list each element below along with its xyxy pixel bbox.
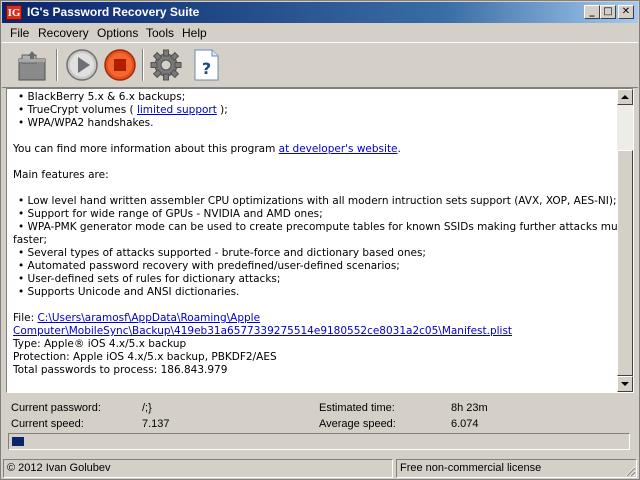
file-line-2: Computer\MobileSync\Backup\419eb31a65773… <box>13 325 613 338</box>
text: ); <box>216 104 228 116</box>
copyright-panel: © 2012 Ivan Golubev <box>3 459 393 478</box>
menu-bar: File Recovery Options Tools Help <box>2 24 638 42</box>
text: . <box>397 143 401 155</box>
toolbar-separator <box>142 49 144 81</box>
maximize-button[interactable]: □ <box>600 5 616 19</box>
average-speed-value: 6.074 <box>451 418 479 430</box>
estimated-time-value: 8h 23m <box>451 402 488 414</box>
text: • TrueCrypt volumes ( <box>18 104 137 116</box>
toolbar-separator <box>56 49 58 81</box>
feature-item: • Support for wide range of GPUs - NVIDI… <box>18 208 323 220</box>
status-bar: © 2012 Ivan Golubev Free non-commercial … <box>3 459 637 478</box>
settings-icon[interactable] <box>148 47 184 83</box>
protection-line: Protection: Apple iOS 4.x/5.x backup, PB… <box>13 351 277 363</box>
scroll-up-button[interactable] <box>617 89 633 105</box>
developer-website-link[interactable]: at developer's website <box>279 143 398 155</box>
menu-help[interactable]: Help <box>182 26 207 40</box>
feature-item: • User-defined sets of rules for diction… <box>18 273 281 285</box>
app-window: IG IG's Password Recovery Suite _ □ ✕ Fi… <box>0 0 640 480</box>
progress-fill <box>12 437 24 446</box>
resize-grip-icon[interactable] <box>624 465 636 477</box>
current-speed-label: Current speed: <box>11 418 84 430</box>
title-bar[interactable]: IG IG's Password Recovery Suite _ □ ✕ <box>2 2 638 23</box>
info-text: • BlackBerry 5.x & 6.x backups; • TrueCr… <box>13 91 631 377</box>
scroll-thumb[interactable] <box>617 150 633 376</box>
current-speed-value: 7.137 <box>142 418 170 430</box>
open-icon[interactable] <box>14 47 50 83</box>
feature-item-continuation: faster; <box>13 234 48 246</box>
scroll-up-arrow-icon <box>621 95 629 99</box>
feature-item: • WPA-PMK generator mode can be used to … <box>18 221 631 233</box>
app-logo-icon: IG <box>6 5 22 20</box>
estimated-time-label: Estimated time: <box>319 402 395 414</box>
scroll-down-button[interactable] <box>617 376 633 392</box>
feature-item: • Supports Unicode and ANSI dictionaries… <box>18 286 240 298</box>
file-line: File: C:\Users\aramosf\AppData\Roaming\A… <box>13 312 613 325</box>
toolbar: ? <box>2 42 638 88</box>
stop-icon[interactable] <box>102 47 138 83</box>
more-info-text: You can find more information about this… <box>13 143 613 156</box>
file-path-link-continuation[interactable]: Computer\MobileSync\Backup\419eb31a65773… <box>13 325 512 337</box>
help-glyph: ? <box>202 59 211 78</box>
type-line: Type: Apple® iOS 4.x/5.x backup <box>13 338 187 350</box>
list-item: • BlackBerry 5.x & 6.x backups; <box>18 91 186 103</box>
menu-options[interactable]: Options <box>97 26 138 40</box>
current-password-label: Current password: <box>11 402 101 414</box>
progress-bar <box>8 433 630 450</box>
start-icon[interactable] <box>64 47 100 83</box>
main-features-heading: Main features are: <box>13 169 109 181</box>
list-item: • WPA/WPA2 handshakes. <box>18 117 154 129</box>
vertical-scrollbar[interactable] <box>617 89 633 392</box>
license-panel: Free non-commercial license <box>396 459 637 478</box>
total-passwords-line: Total passwords to process: 186.843.979 <box>13 364 228 376</box>
file-label: File: <box>13 312 38 324</box>
list-item: • TrueCrypt volumes ( limited support ); <box>13 104 613 117</box>
menu-file[interactable]: File <box>10 26 29 40</box>
info-panel: • BlackBerry 5.x & 6.x backups; • TrueCr… <box>6 88 634 393</box>
limited-support-link[interactable]: limited support <box>137 104 217 116</box>
window-title: IG's Password Recovery Suite <box>27 5 200 19</box>
minimize-button[interactable]: _ <box>584 5 600 19</box>
menu-recovery[interactable]: Recovery <box>38 26 89 40</box>
average-speed-label: Average speed: <box>319 418 396 430</box>
menu-tools[interactable]: Tools <box>146 26 174 40</box>
scroll-down-arrow-icon <box>621 382 629 386</box>
help-icon[interactable]: ? <box>188 47 224 83</box>
feature-item: • Several types of attacks supported - b… <box>18 247 426 259</box>
close-button[interactable]: ✕ <box>618 5 634 19</box>
feature-item: • Automated password recovery with prede… <box>18 260 400 272</box>
text: You can find more information about this… <box>13 143 279 155</box>
file-path-link[interactable]: C:\Users\aramosf\AppData\Roaming\Apple <box>37 312 260 324</box>
current-password-value: /;} <box>142 402 152 414</box>
feature-item: • Low level hand written assembler CPU o… <box>18 195 617 207</box>
